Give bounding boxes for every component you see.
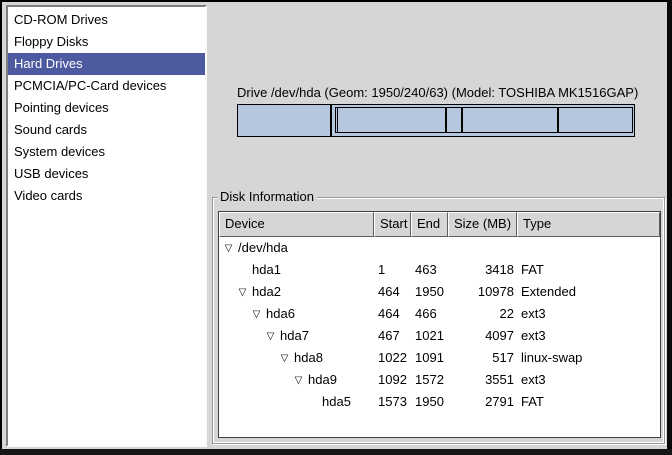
sidebar-item-pointing-devices[interactable]: Pointing devices: [8, 97, 205, 119]
size-cell: 2791: [448, 391, 517, 413]
disk-information-title: Disk Information: [217, 189, 317, 204]
expander-icon[interactable]: ▽: [223, 243, 234, 254]
sidebar-item-hard-drives[interactable]: Hard Drives: [8, 53, 205, 75]
end-cell: 1091: [411, 347, 448, 369]
device-name: hda5: [322, 391, 351, 413]
window-border-bottom: [0, 449, 672, 455]
partition-extended-inner: [335, 107, 633, 133]
column-header-end[interactable]: End: [411, 212, 448, 237]
size-cell: 3551: [448, 369, 517, 391]
table-body: ▽ /dev/hda hda1 1 463 3418 FAT: [219, 237, 660, 413]
start-cell: 1022: [374, 347, 411, 369]
expander-icon[interactable]: ▽: [293, 375, 304, 386]
size-cell: 22: [448, 303, 517, 325]
start-cell: 1573: [374, 391, 411, 413]
expander-icon[interactable]: ▽: [265, 331, 276, 342]
table-row[interactable]: ▽ hda8 1022 1091 517 linux-swap: [219, 347, 660, 369]
sidebar-item-cdrom-drives[interactable]: CD-ROM Drives: [8, 9, 205, 31]
table-row[interactable]: ▽ hda7 467 1021 4097 ext3: [219, 325, 660, 347]
partition-segment-hda2-extended: [332, 105, 634, 136]
device-name: hda6: [266, 303, 295, 325]
hardware-browser-window: CD-ROM Drives Floppy Disks Hard Drives P…: [0, 0, 672, 455]
start-cell: 1: [374, 259, 411, 281]
table-row[interactable]: ▽ /dev/hda: [219, 237, 660, 259]
partition-segment-hda7: [338, 108, 448, 132]
partition-segment-hda1: [238, 105, 332, 136]
drive-heading: Drive /dev/hda (Geom: 1950/240/63) (Mode…: [237, 85, 638, 100]
expander-icon[interactable]: ▽: [279, 353, 290, 364]
partition-segment-hda8: [447, 108, 463, 132]
device-name: hda1: [252, 259, 281, 281]
start-cell: 464: [374, 281, 411, 303]
end-cell: 1572: [411, 369, 448, 391]
partition-bar: [237, 104, 635, 137]
type-cell: ext3: [517, 325, 660, 347]
sidebar-item-sound-cards[interactable]: Sound cards: [8, 119, 205, 141]
sidebar-item-usb-devices[interactable]: USB devices: [8, 163, 205, 185]
size-cell: [448, 237, 517, 259]
column-header-start[interactable]: Start: [374, 212, 411, 237]
device-name: hda7: [280, 325, 309, 347]
start-cell: [374, 237, 411, 259]
start-cell: 1092: [374, 369, 411, 391]
type-cell: [517, 237, 660, 259]
size-cell: 3418: [448, 259, 517, 281]
type-cell: linux-swap: [517, 347, 660, 369]
window-border-right: [667, 0, 672, 455]
end-cell: 463: [411, 259, 448, 281]
expander-icon[interactable]: ▽: [237, 287, 248, 298]
column-header-type[interactable]: Type: [517, 212, 660, 237]
sidebar-item-pcmcia-devices[interactable]: PCMCIA/PC-Card devices: [8, 75, 205, 97]
table-row[interactable]: ▽ hda9 1092 1572 3551 ext3: [219, 369, 660, 391]
type-cell: ext3: [517, 303, 660, 325]
column-header-device[interactable]: Device: [219, 212, 374, 237]
window-border-left: [0, 0, 2, 455]
partition-segment-hda9: [463, 108, 558, 132]
end-cell: 1950: [411, 281, 448, 303]
window-border-top: [0, 0, 672, 2]
sidebar-item-video-cards[interactable]: Video cards: [8, 185, 205, 207]
device-name: hda8: [294, 347, 323, 369]
sidebar-item-system-devices[interactable]: System devices: [8, 141, 205, 163]
device-name: /dev/hda: [238, 237, 288, 259]
type-cell: ext3: [517, 369, 660, 391]
table-row[interactable]: hda1 1 463 3418 FAT: [219, 259, 660, 281]
device-name: hda9: [308, 369, 337, 391]
type-cell: FAT: [517, 259, 660, 281]
expander-icon[interactable]: ▽: [251, 309, 262, 320]
device-category-list: CD-ROM Drives Floppy Disks Hard Drives P…: [6, 5, 207, 447]
start-cell: 464: [374, 303, 411, 325]
device-name: hda2: [252, 281, 281, 303]
end-cell: 466: [411, 303, 448, 325]
end-cell: [411, 237, 448, 259]
end-cell: 1950: [411, 391, 448, 413]
end-cell: 1021: [411, 325, 448, 347]
column-header-size[interactable]: Size (MB): [448, 212, 517, 237]
size-cell: 10978: [448, 281, 517, 303]
table-row[interactable]: ▽ hda2 464 1950 10978 Extended: [219, 281, 660, 303]
type-cell: FAT: [517, 391, 660, 413]
partition-segment-hda5: [559, 108, 632, 132]
table-row[interactable]: hda5 1573 1950 2791 FAT: [219, 391, 660, 413]
table-header-row: Device Start End Size (MB) Type: [219, 212, 660, 237]
size-cell: 517: [448, 347, 517, 369]
sidebar-item-floppy-disks[interactable]: Floppy Disks: [8, 31, 205, 53]
disk-information-table: Device Start End Size (MB) Type ▽ /dev/h…: [218, 211, 661, 438]
type-cell: Extended: [517, 281, 660, 303]
size-cell: 4097: [448, 325, 517, 347]
start-cell: 467: [374, 325, 411, 347]
table-row[interactable]: ▽ hda6 464 466 22 ext3: [219, 303, 660, 325]
